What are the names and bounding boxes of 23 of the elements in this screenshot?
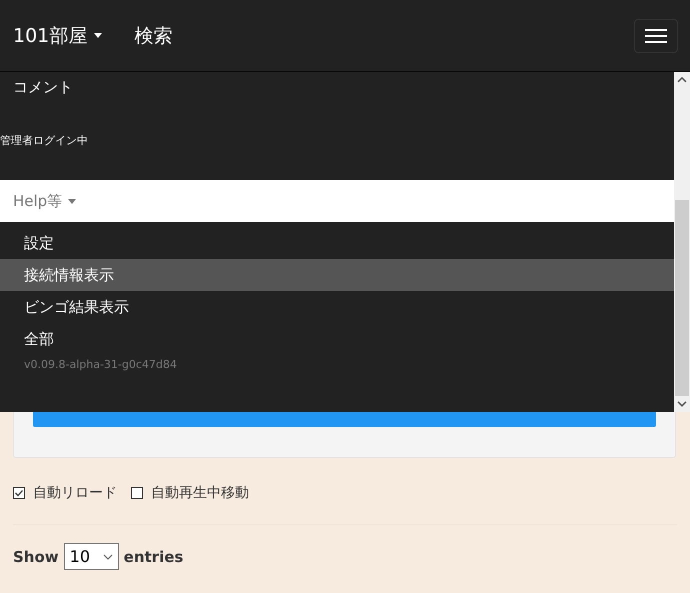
dropdown-item[interactable]: 接続情報表示 bbox=[0, 259, 674, 291]
checkbox[interactable] bbox=[131, 487, 143, 499]
menu-button[interactable] bbox=[634, 18, 678, 52]
dropdown-item[interactable]: ビンゴ結果表示 bbox=[0, 291, 674, 323]
scrollbar[interactable] bbox=[674, 72, 690, 412]
menu-icon bbox=[645, 28, 667, 44]
admin-status: 管理者ログイン中 bbox=[0, 134, 89, 148]
caret-icon bbox=[68, 198, 76, 204]
checkbox-label: 自動リロード bbox=[33, 484, 117, 502]
search-link[interactable]: 検索 bbox=[134, 22, 172, 48]
version-text: v0.09.8-alpha-31-g0c47d84 bbox=[23, 357, 178, 373]
caret-icon bbox=[94, 33, 102, 38]
checkbox-label: 自動再生中移動 bbox=[151, 484, 249, 502]
dropdown-item[interactable]: 設定 bbox=[0, 227, 674, 259]
entries-label: entries bbox=[124, 548, 184, 566]
chevron-icon bbox=[102, 554, 113, 560]
room-dropdown[interactable]: 101部屋 bbox=[13, 22, 102, 48]
entries-select[interactable]: 10 bbox=[64, 543, 119, 570]
help-dropdown[interactable]: Help等 bbox=[0, 180, 674, 222]
dropdown-item[interactable]: 全部 bbox=[0, 323, 674, 355]
checkbox[interactable] bbox=[13, 487, 25, 499]
show-label: Show bbox=[13, 548, 59, 566]
menu-item[interactable]: コメント bbox=[0, 72, 674, 102]
